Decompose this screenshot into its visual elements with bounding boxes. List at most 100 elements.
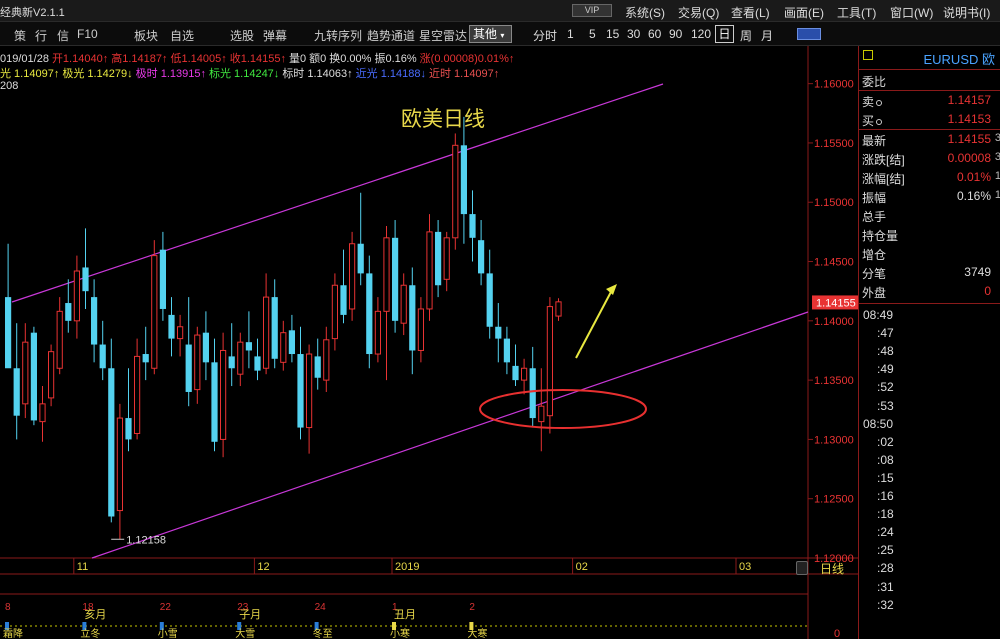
candle (159, 231, 166, 321)
quote-row: 最新 1.14155 3 (859, 130, 1000, 149)
price-tick-label: 1.13000 (814, 434, 854, 446)
tick-time: :28 (877, 561, 894, 576)
quote-row: 振幅 0.16% 1 (859, 187, 1000, 206)
tick-row: 08:49 (859, 306, 1000, 324)
calendar-zero-label: 0 (834, 628, 840, 639)
tick-time: :15 (877, 470, 894, 485)
quote-row: 涨跌[结] 0.00008 3 (859, 149, 1000, 168)
candle (486, 249, 493, 339)
quote-value: 0.01% (956, 170, 991, 184)
candle (254, 338, 261, 381)
candle (392, 220, 399, 333)
symbol-title: EURUSD 欧 (859, 50, 1000, 70)
quote-label: 持仓量 (862, 229, 899, 243)
candle (409, 267, 416, 375)
tick-time: :02 (877, 434, 894, 449)
candle (417, 297, 424, 363)
app-title: 经典新V2.1.1 (0, 7, 65, 19)
quote-value: 1.14155 (947, 132, 991, 146)
period-day-button[interactable]: 日 (715, 25, 734, 43)
toolbar-item-8[interactable]: 九转序列 (314, 27, 362, 44)
toolbar-item-4[interactable]: 板块 (134, 27, 158, 44)
trend-arrow (575, 289, 613, 359)
other-dropdown[interactable]: 其他 ▾ (469, 25, 512, 43)
tick-time: :18 (877, 507, 894, 522)
quote-row: 增仓 (859, 244, 1000, 263)
candle (538, 368, 545, 452)
candle (435, 220, 442, 298)
tick-time: :25 (877, 543, 894, 558)
candle (478, 220, 485, 286)
period-button-90[interactable]: 90 (669, 27, 682, 41)
tick-row: :24 (859, 523, 1000, 541)
candle (271, 279, 278, 369)
period-button-5[interactable]: 5 (589, 27, 596, 41)
date-tick-label: 02 (576, 561, 588, 573)
solar-term-label: 小寒 (390, 627, 410, 639)
quote-label: 增仓 (862, 248, 887, 262)
candle (263, 273, 270, 375)
candle (39, 386, 46, 442)
tick-row: :47 (859, 324, 1000, 342)
candle (503, 326, 510, 375)
tick-time: :47 (877, 326, 894, 341)
quote-label: 买 (862, 112, 883, 129)
quote-label: 分笔 (862, 267, 887, 281)
tick-time: :16 (877, 489, 894, 503)
price-axis: 1.16000 1.15500 1.15000 1.14500 1.14000 1.135… (808, 79, 858, 565)
toolbar-item-6[interactable]: 选股 (230, 27, 254, 44)
toolbar-item-5[interactable]: 自选 (170, 27, 194, 44)
period-month-button[interactable]: 月 (761, 27, 773, 44)
toolbar-item-0[interactable]: 策 (14, 27, 26, 44)
toolbar-item-1[interactable]: 行 (35, 27, 47, 44)
candle (460, 116, 467, 244)
scroll-right-button[interactable] (796, 561, 808, 575)
tick-time: :31 (877, 579, 894, 594)
menu-item-6[interactable]: 说明书(I) (943, 4, 990, 21)
period-button-120[interactable]: 120 (691, 27, 711, 41)
quote-label: 涨幅[结] (862, 172, 905, 186)
period-button-30[interactable]: 30 (627, 27, 640, 41)
toolbar-item-7[interactable]: 弹幕 (263, 27, 287, 44)
menu-item-3[interactable]: 画面(E) (784, 4, 824, 21)
solar-term-label: 大雪 (235, 627, 255, 639)
quote-row: 持仓量 (859, 225, 1000, 244)
menu-item-0[interactable]: 系统(S) (625, 4, 665, 21)
candle (245, 311, 252, 369)
quote-panel: EURUSD 欧 委比卖 1.14157 买 1.14153 最新 1.14155 3 涨跌[… (858, 46, 1000, 639)
last-price-label: 1.14155 (816, 297, 856, 309)
candle (202, 311, 209, 381)
toolbar-item-9[interactable]: 趋势通道 (367, 27, 415, 44)
quote-label: 总手 (862, 210, 887, 224)
menu-item-1[interactable]: 交易(Q) (678, 4, 719, 21)
toolbar-item-3[interactable]: F10 (77, 27, 98, 41)
candle (443, 231, 450, 292)
quote-value: 3749 (964, 265, 991, 279)
candle (400, 273, 407, 336)
menu-item-4[interactable]: 工具(T) (837, 4, 876, 21)
candle (168, 297, 175, 357)
tick-row: :25 (859, 541, 1000, 559)
period-week-button[interactable]: 周 (740, 27, 752, 44)
calendar-strip: 8 18 22 23 24 1 2亥月 子月 丑月霜降 立冬 小雪 大雪 冬至 小寒 大寒 0 (0, 602, 840, 639)
candle (340, 249, 347, 324)
tick-time: 08:50 (863, 416, 894, 431)
candle (228, 323, 235, 387)
candlestick-chart[interactable]: 欧美日线 1.12158 1.16000 1.15500 1.15000 1.14500… (0, 46, 858, 639)
vip-badge[interactable]: VIP (572, 4, 612, 17)
period-button-60[interactable]: 60 (648, 27, 661, 41)
period-button-分时[interactable]: 分时 (533, 27, 557, 44)
period-button-1[interactable]: 1 (567, 27, 574, 41)
toolbar-item-2[interactable]: 信 (57, 27, 69, 44)
toolbar-item-10[interactable]: 星空雷达 (419, 27, 467, 44)
tick-row: :31 (859, 578, 1000, 596)
indicator-toggle-icon[interactable] (797, 28, 821, 40)
period-button-15[interactable]: 15 (606, 27, 619, 41)
candle (383, 225, 390, 381)
date-axis: 11 12 2019 02 03 (73, 558, 751, 574)
candle (512, 344, 519, 387)
menu-item-2[interactable]: 查看(L) (731, 4, 770, 21)
tick-row: :52 (859, 378, 1000, 396)
menu-item-5[interactable]: 窗口(W) (890, 4, 933, 21)
candle (48, 344, 55, 407)
